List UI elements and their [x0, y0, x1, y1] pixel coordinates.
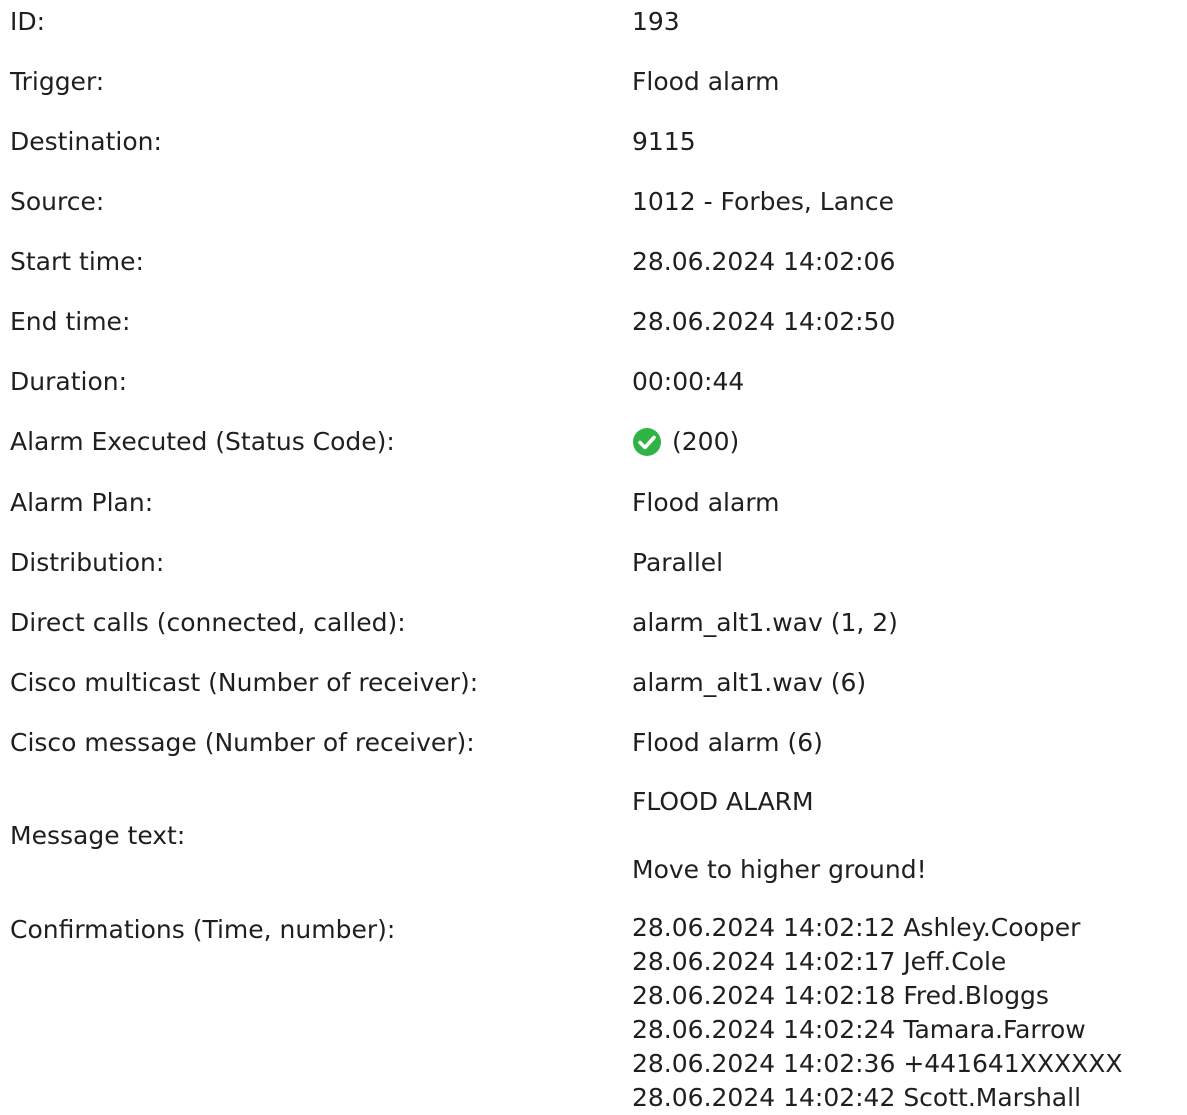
row-distribution: Distribution: Parallel	[0, 543, 1187, 583]
trigger-value: Flood alarm	[632, 67, 780, 96]
status-code: (200)	[672, 427, 740, 456]
cisco-multicast-value: alarm_alt1.wav (6)	[632, 668, 867, 697]
destination-value: 9115	[632, 127, 696, 156]
alarm-plan-label: Alarm Plan:	[10, 488, 154, 517]
cisco-message-value: Flood alarm (6)	[632, 728, 823, 757]
distribution-value: Parallel	[632, 548, 724, 577]
confirmation-item: 28.06.2024 14:02:24 Tamara.Farrow	[632, 1015, 1086, 1044]
confirmation-item: 28.06.2024 14:02:36 +441641XXXXXX	[632, 1049, 1123, 1078]
row-cisco-multicast: Cisco multicast (Number of receiver): al…	[0, 663, 1187, 703]
confirmation-item: 28.06.2024 14:02:18 Fred.Bloggs	[632, 981, 1049, 1010]
confirmation-item: 28.06.2024 14:02:17 Jeff.Cole	[632, 947, 1007, 976]
start-time-label: Start time:	[10, 247, 144, 276]
message-text-label: Message text:	[10, 821, 186, 850]
confirmation-item: 28.06.2024 14:02:42 Scott.Marshall	[632, 1083, 1082, 1112]
row-start-time: Start time: 28.06.2024 14:02:06	[0, 242, 1187, 282]
cisco-message-label: Cisco message (Number of receiver):	[10, 728, 475, 757]
row-trigger: Trigger: Flood alarm	[0, 62, 1187, 102]
row-destination: Destination: 9115	[0, 122, 1187, 162]
alarm-executed-value: (200)	[632, 422, 739, 462]
confirmation-item: 28.06.2024 14:02:12 Ashley.Cooper	[632, 913, 1081, 942]
id-label: ID:	[10, 7, 46, 36]
source-value: 1012 - Forbes, Lance	[632, 187, 894, 216]
confirmations-list: 28.06.2024 14:02:12 Ashley.Cooper 28.06.…	[632, 911, 1122, 1115]
alarm-executed-label: Alarm Executed (Status Code):	[10, 427, 395, 456]
row-duration: Duration: 00:00:44	[0, 362, 1187, 402]
trigger-label: Trigger:	[10, 67, 105, 96]
confirmations-label: Confirmations (Time, number):	[10, 915, 396, 944]
end-time-label: End time:	[10, 307, 131, 336]
start-time-value: 28.06.2024 14:02:06	[632, 247, 896, 276]
check-circle-icon	[633, 428, 661, 456]
end-time-value: 28.06.2024 14:02:50	[632, 307, 896, 336]
alarm-plan-value: Flood alarm	[632, 488, 780, 517]
row-alarm-executed: Alarm Executed (Status Code): (200)	[0, 422, 1187, 462]
distribution-label: Distribution:	[10, 548, 165, 577]
direct-calls-value: alarm_alt1.wav (1, 2)	[632, 608, 898, 637]
cisco-multicast-label: Cisco multicast (Number of receiver):	[10, 668, 479, 697]
destination-label: Destination:	[10, 127, 162, 156]
row-cisco-message: Cisco message (Number of receiver): Floo…	[0, 723, 1187, 763]
direct-calls-label: Direct calls (connected, called):	[10, 608, 406, 637]
row-source: Source: 1012 - Forbes, Lance	[0, 182, 1187, 222]
row-end-time: End time: 28.06.2024 14:02:50	[0, 302, 1187, 342]
duration-label: Duration:	[10, 367, 128, 396]
message-text-line: Move to higher ground!	[632, 855, 927, 884]
row-direct-calls: Direct calls (connected, called): alarm_…	[0, 603, 1187, 643]
row-alarm-plan: Alarm Plan: Flood alarm	[0, 483, 1187, 523]
message-text-line: FLOOD ALARM	[632, 787, 814, 816]
id-value: 193	[632, 7, 680, 36]
duration-value: 00:00:44	[632, 367, 745, 396]
row-id: ID: 193	[0, 2, 1187, 42]
source-label: Source:	[10, 187, 105, 216]
